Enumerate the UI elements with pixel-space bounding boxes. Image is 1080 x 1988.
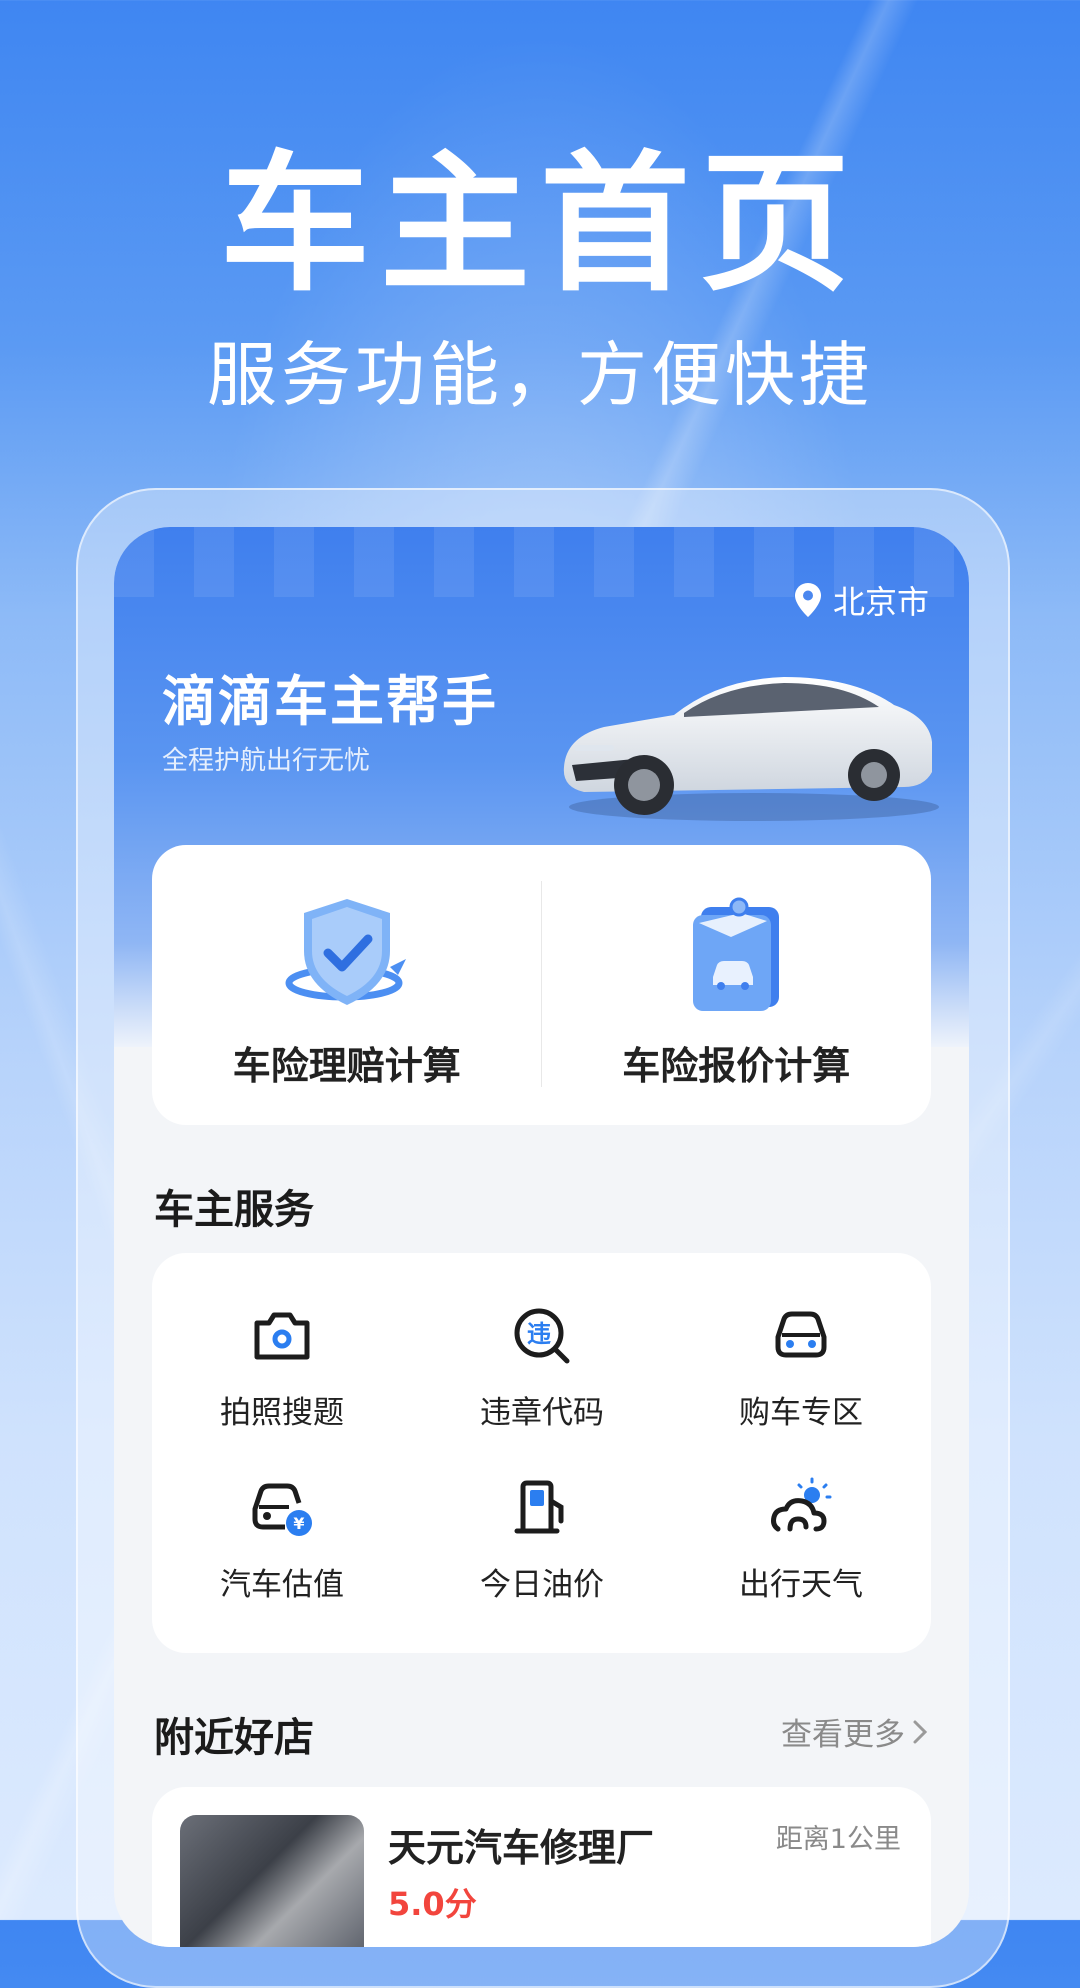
shop-distance: 距离1公里 [775, 1824, 901, 1855]
location-selector[interactable]: 北京市 [793, 577, 929, 623]
hero-subtitle: 服务功能，方便快捷 [207, 334, 873, 416]
app-name: 滴滴车主帮手 [162, 670, 498, 733]
clipboard-car-icon [693, 897, 780, 1011]
service-car-purchase[interactable]: 购车专区 [671, 1303, 931, 1432]
car-yen-icon: ¥ [252, 1483, 312, 1536]
camera-icon [254, 1312, 310, 1360]
claim-calculator-label: 车险理赔计算 [232, 1044, 461, 1088]
shield-check-icon [285, 899, 406, 1005]
app-screen: 北京市 滴滴车主帮手 全程护航出行无忧 车险理赔计算 车险报价计算 车主服务 拍… [114, 527, 969, 1947]
view-more-link[interactable]: 查看更多 [781, 1709, 929, 1754]
service-violation-code[interactable]: 违 违章代码 [412, 1303, 672, 1432]
fuel-pump-icon [514, 1480, 564, 1534]
quote-calculator-label: 车险报价计算 [622, 1044, 851, 1088]
car-front-icon [775, 1311, 827, 1358]
location-pin-icon [794, 583, 821, 617]
calculator-card: 车险理赔计算 车险报价计算 [152, 845, 931, 1125]
service-photo-search[interactable]: 拍照搜题 [152, 1303, 412, 1432]
claim-calculator-button[interactable]: 车险理赔计算 [152, 845, 542, 1125]
shop-score: 5.0分 [388, 1885, 477, 1923]
service-label: 拍照搜题 [220, 1395, 344, 1431]
quote-calculator-button[interactable]: 车险报价计算 [542, 845, 932, 1125]
service-label: 出行天气 [739, 1567, 863, 1603]
shop-card[interactable]: 天元汽车修理厂 5.0分 距离1公里 [152, 1787, 931, 1947]
shop-name: 天元汽车修理厂 [388, 1826, 655, 1870]
chevron-right-icon [913, 1720, 928, 1743]
service-travel-weather[interactable]: 出行天气 [671, 1475, 931, 1604]
nearby-section-title: 附近好店 [154, 1715, 314, 1761]
shop-image [180, 1815, 364, 1947]
hero-title: 车主首页 [219, 138, 860, 312]
service-label: 汽车估值 [220, 1567, 344, 1603]
services-section-title: 车主服务 [154, 1187, 314, 1233]
service-fuel-price[interactable]: 今日油价 [412, 1475, 672, 1604]
service-label: 违章代码 [480, 1395, 604, 1431]
weather-icon [771, 1477, 832, 1532]
header-banner: 北京市 滴滴车主帮手 全程护航出行无忧 车险理赔计算 车险报价计算 [114, 527, 969, 1125]
app-tagline: 全程护航出行无忧 [162, 746, 371, 776]
view-more-label: 查看更多 [781, 1717, 905, 1753]
violation-search-icon: 违 [514, 1308, 570, 1364]
service-label: 购车专区 [739, 1395, 863, 1431]
service-label: 今日油价 [480, 1567, 604, 1603]
service-car-valuation[interactable]: ¥ 汽车估值 [152, 1475, 412, 1604]
location-label: 北京市 [832, 583, 929, 621]
svg-text:违: 违 [527, 1320, 551, 1348]
car-illustration [563, 677, 939, 821]
services-grid: 拍照搜题 违 违章代码 购车专区 ¥ 汽车估值 今日油价 出行天气 [152, 1253, 931, 1653]
svg-text:¥: ¥ [293, 1514, 304, 1533]
